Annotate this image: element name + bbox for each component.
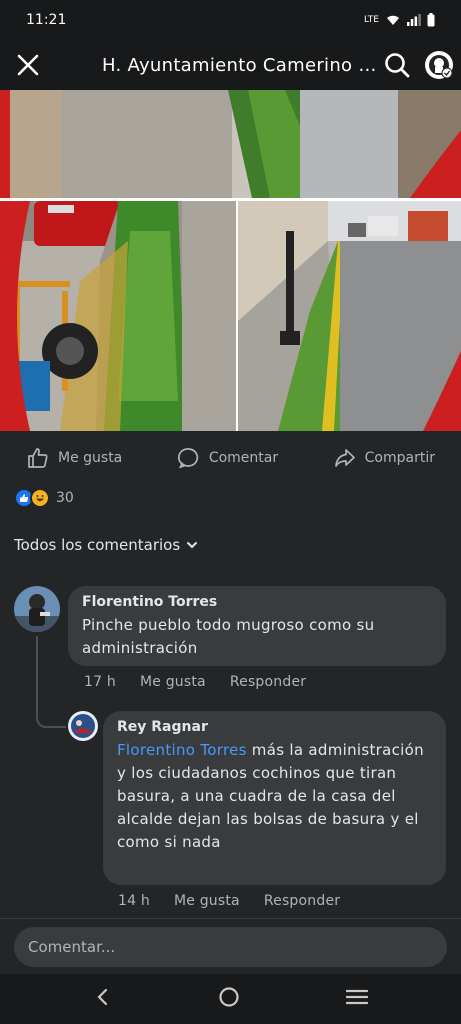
back-icon (97, 988, 107, 1006)
battery-icon (427, 13, 435, 27)
avatar[interactable] (14, 586, 60, 632)
page-title: H. Ayuntamiento Camerino Z. Mendoza (102, 54, 377, 76)
post-photo-3[interactable] (238, 201, 461, 431)
page-avatar[interactable] (417, 40, 461, 90)
photo-image (238, 201, 461, 431)
comment-label: Comentar (208, 450, 279, 466)
comment-time: 14 h (118, 893, 150, 909)
reactions-summary[interactable]: 30 (14, 488, 74, 508)
thumbs-up-icon (28, 448, 48, 468)
comment-author[interactable]: Rey Ragnar (117, 719, 432, 735)
comment-input[interactable] (14, 927, 447, 967)
top-bar: H. Ayuntamiento Camerino Z. Mendoza (0, 40, 461, 90)
menu-icon (346, 989, 369, 1005)
post-photo-1[interactable] (0, 90, 461, 198)
comment-icon (177, 448, 198, 469)
home-icon (219, 987, 240, 1007)
like-label: Me gusta (58, 450, 123, 466)
comment-like-button[interactable]: Me gusta (140, 674, 206, 690)
page-logo-icon (425, 51, 453, 79)
home-button[interactable] (218, 986, 240, 1012)
post-actions: Me gusta Comentar Compartir (0, 436, 461, 480)
comment-meta: 17 h Me gusta Responder (84, 674, 306, 690)
comment-reply-button[interactable]: Responder (230, 674, 306, 690)
status-icons: LTE (364, 13, 435, 27)
share-icon (334, 449, 355, 467)
like-button[interactable]: Me gusta (26, 446, 122, 470)
share-button[interactable]: Compartir (333, 446, 435, 470)
haha-reaction-icon (30, 488, 50, 508)
reaction-count: 30 (56, 490, 74, 506)
back-button[interactable] (93, 987, 113, 1011)
post-photos[interactable] (0, 90, 461, 431)
comment-time: 17 h (84, 674, 116, 690)
status-bar: 11:21 LTE (0, 0, 461, 40)
signal-icon (407, 14, 421, 26)
photo-image (0, 201, 236, 431)
comments-filter-dropdown[interactable]: Todos los comentarios (14, 536, 198, 554)
wifi-icon (387, 15, 399, 25)
comment-composer (0, 918, 461, 974)
post-photo-2[interactable] (0, 201, 236, 431)
comment-button[interactable]: Comentar (177, 446, 278, 470)
mention-link[interactable]: Florentino Torres (117, 741, 247, 759)
chevron-down-icon (187, 542, 198, 549)
user-avatar-image (14, 586, 60, 632)
photo-image (0, 90, 461, 198)
close-button[interactable] (0, 40, 56, 90)
close-icon (17, 54, 39, 76)
comment-like-button[interactable]: Me gusta (174, 893, 240, 909)
comment-author[interactable]: Florentino Torres (82, 594, 432, 610)
comments-filter-label: Todos los comentarios (14, 536, 181, 554)
avatar[interactable] (68, 711, 98, 741)
comment-reply-button[interactable]: Responder (264, 893, 340, 909)
comment-bubble[interactable]: Florentino Torres Pinche pueblo todo mug… (68, 586, 446, 666)
search-button[interactable] (377, 40, 417, 90)
comment-bubble[interactable]: Rey Ragnar Florentino Torres más la admi… (103, 711, 446, 885)
share-label: Compartir (364, 450, 435, 466)
status-time: 11:21 (26, 12, 67, 28)
search-icon (385, 53, 410, 78)
comment-meta: 14 h Me gusta Responder (118, 893, 340, 909)
user-avatar-image (68, 711, 98, 741)
recents-button[interactable] (346, 988, 369, 1010)
system-nav-bar (0, 974, 461, 1024)
comment-text: Pinche pueblo todo mugroso como su admin… (82, 616, 375, 657)
network-label: LTE (364, 15, 379, 25)
thread-connector (36, 636, 66, 728)
comment-text: Florentino Torres más la administración … (117, 739, 432, 854)
